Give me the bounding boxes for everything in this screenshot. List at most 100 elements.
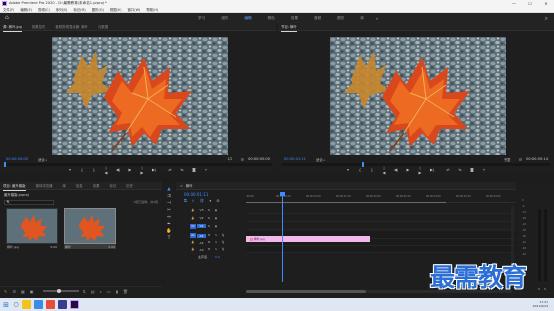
linked-selection-icon[interactable]: ⛓ [200, 198, 205, 203]
go-to-out-button[interactable]: ▶| [430, 167, 434, 172]
delete-icon[interactable]: 🗑 [123, 289, 128, 294]
tab-program[interactable]: 节目: 枫叶 [281, 24, 297, 32]
tab-libraries[interactable]: 库 [63, 183, 66, 188]
thumbnail-zoom-slider[interactable] [42, 288, 79, 293]
play-button[interactable]: ▶ [128, 167, 132, 172]
program-resolution-dropdown[interactable]: 完整 [504, 157, 510, 162]
tab-markers[interactable]: 标记 [109, 183, 116, 188]
project-search-input[interactable]: 🔍 [4, 199, 54, 205]
source-patch-a1[interactable]: A1 [190, 233, 196, 238]
bin-item-image[interactable]: 枫叶.jpg 5:00 [6, 208, 58, 249]
voice-over-mic-icon[interactable]: 🎙 [220, 240, 226, 245]
tab-sequence[interactable]: 枫叶 [186, 183, 193, 188]
track-lock-icon[interactable]: 🔒 [190, 216, 196, 221]
menu-file[interactable]: 文件(F) [3, 7, 14, 12]
program-timecode[interactable]: 00:00:01:11 [284, 157, 306, 161]
mark-out-button[interactable]: } [370, 167, 374, 172]
workspace-tab-learn[interactable]: 学习 [198, 16, 205, 21]
eye-icon[interactable]: ◉ [213, 216, 219, 221]
menu-sequence[interactable]: 序列(S) [56, 7, 68, 12]
mark-out-button[interactable]: } [92, 167, 96, 172]
voice-over-mic-icon[interactable]: 🎙 [220, 247, 226, 252]
snap-icon[interactable]: ∩ [192, 198, 195, 203]
track-lock-icon[interactable]: 🔒 [190, 208, 196, 213]
menu-window[interactable]: 窗口(W) [128, 7, 141, 12]
lock-icon[interactable]: ✎ [4, 289, 7, 294]
type-tool-icon[interactable]: T [168, 235, 171, 242]
lane-v1[interactable] [246, 222, 516, 230]
menu-graphics[interactable]: 图形(G) [92, 7, 104, 12]
source-settings-wrench-icon[interactable]: ⚙ [240, 157, 244, 162]
add-marker-button[interactable]: ▾ [68, 167, 72, 172]
track-label[interactable]: A1 [197, 233, 206, 238]
source-video-frame[interactable] [52, 37, 228, 155]
go-to-in-button[interactable]: |◀ [104, 165, 108, 175]
tab-source[interactable]: 源: 枫叶.jpg [3, 24, 22, 32]
workspace-more-icon[interactable]: » [376, 16, 378, 21]
timeline-clip[interactable]: 枫叶.jpg [246, 236, 370, 242]
close-button[interactable]: ✕ [538, 1, 554, 6]
workspace-tab-audio[interactable]: 音频 [314, 16, 321, 21]
sync-lock-icon[interactable]: ⇆ [206, 216, 212, 221]
tab-history[interactable]: 历史 [126, 183, 133, 188]
track-label[interactable]: A3 [197, 248, 206, 252]
eye-icon[interactable]: ◉ [213, 224, 219, 229]
workspace-tab-editing[interactable]: 编辑 [242, 16, 254, 24]
timeline-timecode[interactable]: 00:00:01:11 [184, 192, 208, 197]
find-icon[interactable]: ⌕ [100, 289, 102, 294]
track-label[interactable]: A2 [197, 241, 206, 245]
icon-view-icon[interactable]: ▦ [21, 289, 25, 294]
menu-view[interactable]: 视图(V) [110, 7, 122, 12]
ripple-edit-tool-icon[interactable]: ⊣ [167, 200, 171, 207]
export-frame-button[interactable]: ◙ [192, 167, 196, 172]
slip-tool-icon[interactable]: ↔ [167, 214, 171, 221]
tab-info[interactable]: 信息 [76, 183, 83, 188]
go-to-in-button[interactable]: |◀ [382, 165, 386, 175]
source-resolution-dropdown[interactable]: 1/2 [227, 157, 232, 161]
workspace-tab-assembly[interactable]: 组件 [221, 16, 228, 21]
step-back-button[interactable]: ◀| [394, 167, 398, 172]
source-timecode[interactable]: 00:00:00:00 [6, 157, 28, 161]
solo-right-button[interactable]: S [544, 287, 546, 291]
sync-lock-icon[interactable]: ⇆ [206, 208, 212, 213]
eye-icon[interactable]: ◉ [213, 208, 219, 213]
program-settings-wrench-icon[interactable]: ⚙ [518, 157, 522, 162]
workspace-tab-effects[interactable]: 效果 [291, 16, 298, 21]
track-label[interactable]: V3 [197, 208, 206, 212]
overwrite-button[interactable]: ⇆ [180, 167, 184, 172]
play-button[interactable]: ▶ [406, 167, 410, 172]
track-lock-icon[interactable]: 🔒 [190, 247, 196, 252]
workspace-tab-libraries[interactable]: 库 [360, 16, 364, 21]
sort-icon[interactable]: ⇅ [83, 289, 86, 294]
lane-v2[interactable] [246, 214, 516, 222]
button-editor-add-button[interactable]: + [482, 167, 486, 172]
pen-tool-icon[interactable]: ✒ [167, 221, 171, 228]
program-fit-dropdown[interactable]: 适合 [316, 157, 325, 162]
mute-button[interactable]: M [206, 240, 212, 245]
search-icon[interactable]: ⌕ [545, 15, 548, 23]
nest-icon[interactable]: ⧉ [184, 198, 187, 203]
tab-effects[interactable]: 效果 [93, 183, 100, 188]
master-volume-value[interactable]: 0.0 [215, 255, 220, 259]
lane-a3[interactable] [246, 246, 516, 253]
tab-audio-clip-mixer[interactable]: 音频剪辑混合器: 枫叶 [55, 24, 88, 29]
solo-button[interactable]: S [213, 247, 219, 252]
chrome-browser-icon[interactable] [45, 300, 55, 309]
work-area-bar[interactable] [246, 202, 446, 204]
hand-tool-icon[interactable]: ✋ [166, 228, 172, 235]
tab-project[interactable]: 项目: 最升模版 [3, 183, 26, 191]
button-editor-add-button[interactable]: + [204, 167, 208, 172]
scrollbar-thumb[interactable] [246, 290, 366, 293]
tab-metadata[interactable]: 元数据 [98, 24, 108, 29]
razor-tool-icon[interactable]: ✂ [167, 207, 171, 214]
workspace-tab-color[interactable]: 颜色 [268, 16, 275, 21]
menu-help[interactable]: 帮助(H) [146, 7, 158, 12]
track-select-tool-icon[interactable]: ⇉ [167, 193, 171, 200]
timeline-settings-icon[interactable]: ⚙ [216, 198, 219, 203]
selection-tool-icon[interactable]: ▲ [167, 186, 170, 193]
new-bin-icon[interactable]: ▭ [107, 289, 111, 294]
solo-button[interactable]: S [213, 233, 219, 238]
solo-left-button[interactable]: S [538, 287, 540, 291]
track-label[interactable]: V1 [197, 224, 206, 228]
mute-button[interactable]: M [206, 233, 212, 238]
